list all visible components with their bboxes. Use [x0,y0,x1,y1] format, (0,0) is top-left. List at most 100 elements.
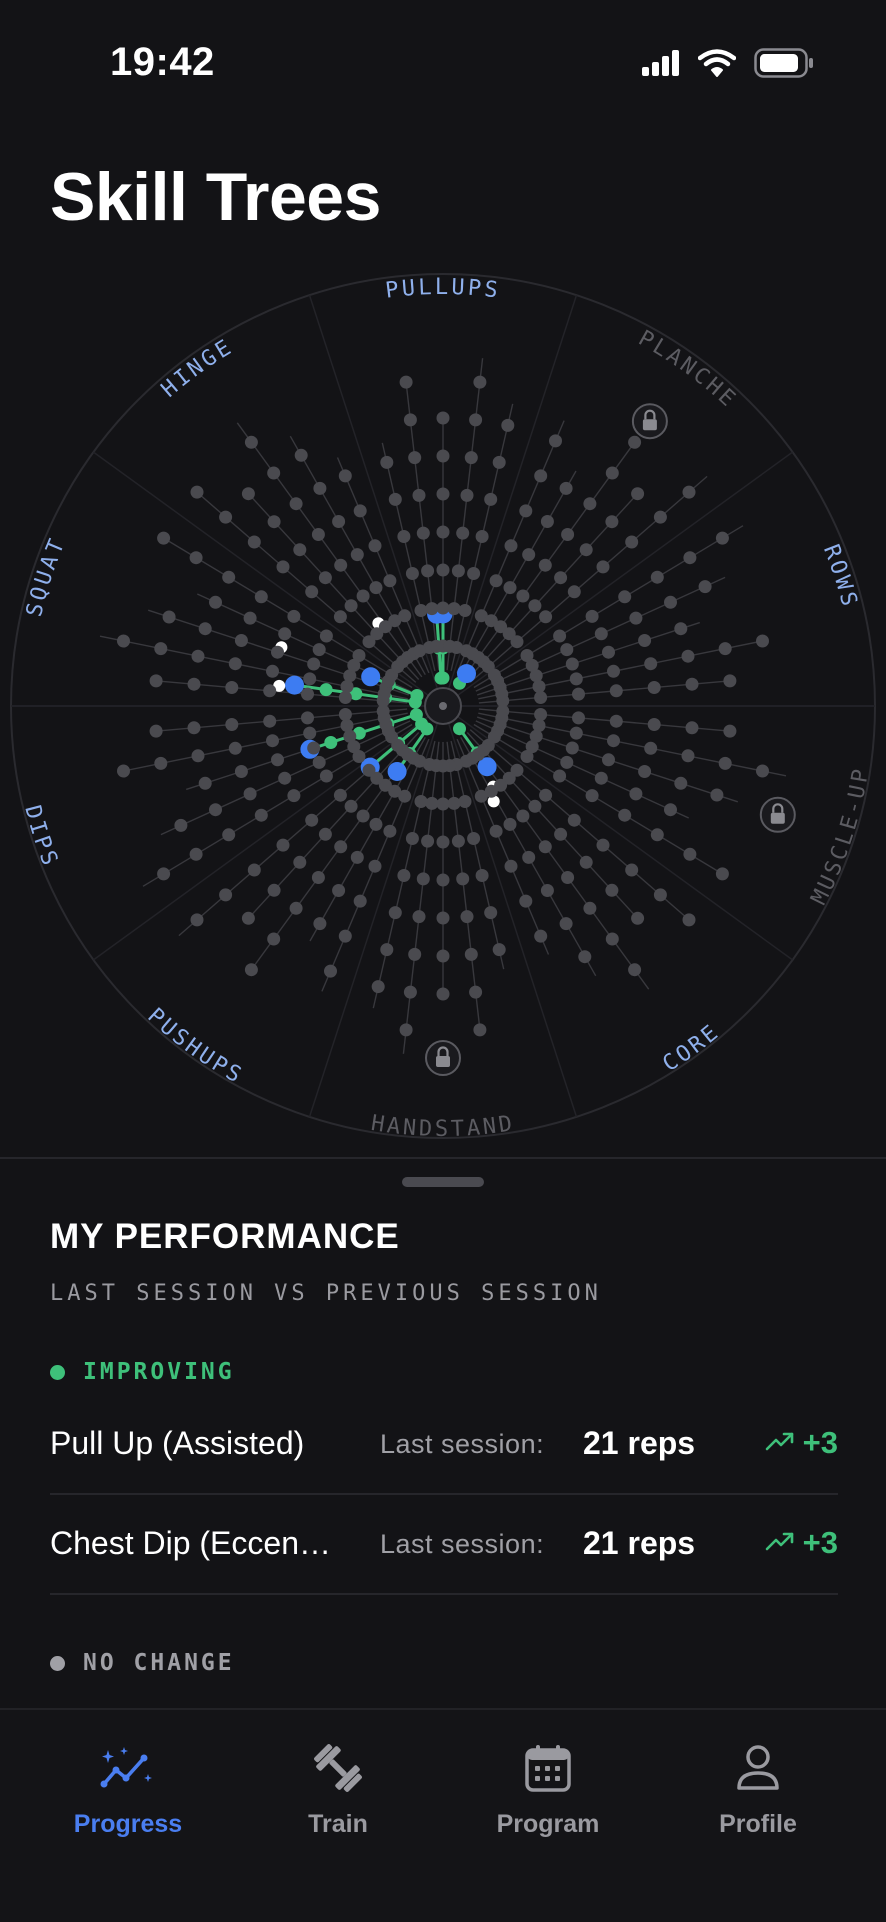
skill-node[interactable] [174,818,188,832]
skill-node[interactable] [596,838,610,852]
skill-node[interactable] [682,485,696,499]
skill-node[interactable] [723,724,737,738]
skill-node[interactable] [532,680,546,693]
skill-node[interactable] [340,719,354,732]
completed-node[interactable] [453,722,466,736]
skill-node[interactable] [333,610,347,624]
skill-node[interactable] [191,649,205,663]
skill-node[interactable] [475,869,489,882]
skill-node[interactable] [408,451,422,465]
current-node[interactable] [361,667,381,687]
skill-node[interactable] [368,539,382,553]
completed-node[interactable] [420,722,434,736]
skill-node[interactable] [289,497,303,511]
skill-node[interactable] [473,1023,487,1037]
skill-node[interactable] [718,642,732,656]
skill-node[interactable] [228,741,242,755]
skill-node[interactable] [683,847,697,861]
skill-node[interactable] [664,595,677,609]
skill-node[interactable] [685,677,699,691]
skill-node[interactable] [333,788,347,802]
skill-node[interactable] [698,580,712,594]
skill-node[interactable] [625,863,639,877]
skill-node[interactable] [516,809,530,823]
tab-profile[interactable]: Profile [658,1740,858,1839]
skill-node[interactable] [467,832,481,845]
skill-tree-canvas[interactable]: PULLUPSPLANCHEROWSMUSCLE-UPCOREHANDSTAND… [0,262,886,1142]
skill-node[interactable] [243,787,257,801]
skill-node[interactable] [353,504,367,518]
skill-node[interactable] [594,627,608,641]
category-label[interactable]: CORE [659,1019,726,1077]
skill-node[interactable] [618,590,632,604]
skill-node[interactable] [638,634,652,647]
skill-node[interactable] [312,643,326,657]
skill-node[interactable] [356,589,370,603]
completed-node[interactable] [324,736,338,749]
skill-node[interactable] [596,560,610,574]
skill-node[interactable] [399,375,413,389]
skill-node[interactable] [710,788,724,802]
skill-node[interactable] [319,629,333,643]
skill-node[interactable] [234,634,248,647]
completed-node[interactable] [409,708,423,722]
skill-node[interactable] [416,526,430,540]
skill-node[interactable] [583,901,597,915]
skill-node[interactable] [356,809,370,823]
tab-train[interactable]: Train [238,1740,438,1839]
skill-node[interactable] [539,788,553,802]
skill-node[interactable] [276,560,290,574]
skill-node[interactable] [243,611,257,625]
skill-node[interactable] [534,929,548,943]
skill-node[interactable] [650,828,664,842]
skill-node[interactable] [456,526,470,540]
skill-node[interactable] [585,789,599,803]
skill-node[interactable] [198,622,212,636]
completed-node[interactable] [319,683,333,697]
skill-node[interactable] [528,599,542,613]
skill-node[interactable] [350,548,364,562]
skill-node[interactable] [368,859,382,873]
skill-node[interactable] [560,755,574,769]
skill-node[interactable] [414,604,428,617]
skill-node[interactable] [162,610,176,624]
skill-node[interactable] [644,741,658,755]
skill-node[interactable] [458,604,472,617]
skill-node[interactable] [447,602,461,616]
skill-node[interactable] [303,672,317,686]
skill-node[interactable] [421,834,435,848]
skill-node[interactable] [263,714,277,728]
skill-node[interactable] [567,585,581,599]
skill-node[interactable] [436,563,450,577]
skill-node[interactable] [683,551,697,565]
skill-node[interactable] [416,872,430,886]
skill-node[interactable] [549,434,562,448]
skill-node[interactable] [464,947,478,961]
skill-node[interactable] [191,749,205,763]
skill-node[interactable] [460,910,474,924]
skill-node[interactable] [267,515,281,529]
skill-node[interactable] [554,827,568,841]
skill-node[interactable] [278,771,292,785]
skill-node[interactable] [380,943,394,957]
skill-node[interactable] [631,911,645,925]
skill-node[interactable] [436,525,450,539]
skill-node[interactable] [276,838,290,852]
skill-node[interactable] [715,531,729,545]
skill-node[interactable] [528,799,542,813]
skill-node[interactable] [267,883,281,897]
skill-node[interactable] [647,718,661,731]
skill-node[interactable] [247,863,261,877]
skill-node[interactable] [561,528,575,541]
skill-node[interactable] [594,771,608,785]
skill-node[interactable] [572,687,585,701]
skill-node[interactable] [332,515,346,528]
skill-node[interactable] [682,913,696,927]
skill-node[interactable] [293,543,307,557]
skill-node[interactable] [247,535,261,549]
skill-node[interactable] [324,964,337,978]
skill-node[interactable] [228,657,242,671]
skill-node[interactable] [313,481,327,495]
skill-node[interactable] [681,649,695,663]
skill-node[interactable] [344,599,358,613]
